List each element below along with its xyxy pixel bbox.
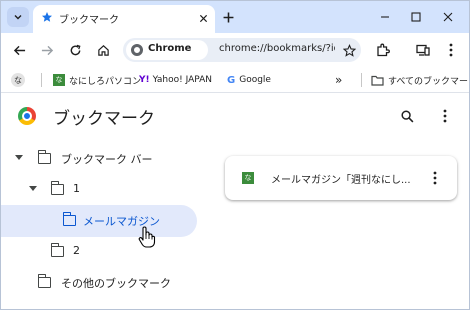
toolbar: Chrome chrome://bookmarks/?id=1... bbox=[1, 33, 469, 67]
tree-label: ブックマーク バー bbox=[61, 153, 153, 166]
bookmark-label: Google bbox=[239, 75, 271, 85]
folder-icon bbox=[37, 274, 51, 288]
tab-strip: ブックマーク bbox=[1, 1, 469, 33]
folder-icon bbox=[37, 150, 51, 164]
tab-search-button[interactable] bbox=[7, 7, 29, 27]
minimize-button[interactable] bbox=[375, 7, 395, 27]
all-bookmarks-label: すべてのブックマーク bbox=[388, 76, 470, 87]
bookmark-yahoo[interactable]: Y! Yahoo! JAPAN bbox=[139, 72, 212, 88]
bookmarks-bar: な な なにしろパソコン Y! Yahoo! JAPAN G Google » … bbox=[1, 67, 470, 93]
bookmark-na[interactable]: な bbox=[11, 72, 25, 88]
bookmark-star-button[interactable] bbox=[339, 40, 359, 60]
plus-icon bbox=[223, 12, 233, 22]
tree-item-folder-1[interactable]: 1 bbox=[1, 175, 201, 205]
folder-icon bbox=[371, 75, 384, 86]
profile-button[interactable] bbox=[413, 40, 433, 60]
address-bar[interactable]: Chrome chrome://bookmarks/?id=1... bbox=[123, 38, 361, 62]
bookmark-more-button[interactable] bbox=[425, 168, 445, 188]
close-window-button[interactable] bbox=[438, 7, 458, 27]
url-text[interactable]: chrome://bookmarks/?id=1... bbox=[219, 43, 335, 54]
folder-icon bbox=[50, 243, 64, 257]
folder-icon bbox=[62, 212, 76, 226]
bookmark-title[interactable]: メールマガジン「週刊なにし... bbox=[271, 171, 421, 186]
bookmarks-manager-header: ブックマーク bbox=[1, 94, 469, 138]
tab-title: ブックマーク bbox=[59, 15, 119, 26]
chrome-logo-icon bbox=[18, 107, 36, 125]
tree-item-other-bookmarks[interactable]: その他のブックマーク bbox=[1, 268, 201, 298]
bookmark-label: Yahoo! JAPAN bbox=[152, 75, 212, 85]
yahoo-favicon: Y! bbox=[139, 75, 150, 85]
tab-bookmarks[interactable]: ブックマーク bbox=[33, 5, 215, 33]
nanishiro-favicon: な bbox=[242, 172, 254, 184]
home-button[interactable] bbox=[93, 40, 113, 60]
more-vert-icon bbox=[443, 109, 447, 123]
back-button[interactable] bbox=[9, 40, 29, 60]
chip-label: Chrome bbox=[148, 43, 192, 54]
google-favicon: G bbox=[227, 74, 236, 86]
tree-label: その他のブックマーク bbox=[61, 277, 171, 290]
close-icon bbox=[199, 14, 207, 22]
device-icon bbox=[416, 44, 430, 56]
browser-menu-button[interactable] bbox=[441, 40, 461, 60]
organize-menu-button[interactable] bbox=[435, 106, 455, 126]
chrome-logo-icon bbox=[131, 44, 143, 56]
bookmarks-separator bbox=[361, 73, 362, 87]
bookmark-google[interactable]: G Google bbox=[227, 72, 271, 88]
folder-icon bbox=[50, 181, 64, 195]
overflow-chevron: » bbox=[335, 73, 343, 87]
more-vert-icon bbox=[433, 171, 437, 185]
star-icon bbox=[42, 12, 52, 22]
close-icon bbox=[443, 12, 453, 22]
chrome-chip[interactable]: Chrome bbox=[126, 40, 208, 60]
minimize-icon bbox=[381, 16, 389, 18]
bookmarks-separator bbox=[41, 73, 42, 87]
home-icon bbox=[97, 44, 109, 56]
search-icon bbox=[400, 109, 413, 122]
maximize-button[interactable] bbox=[406, 7, 426, 27]
more-vert-icon bbox=[449, 43, 453, 57]
tree-label: 2 bbox=[73, 244, 80, 257]
tree-label: 1 bbox=[73, 182, 80, 195]
arrow-right-icon bbox=[41, 45, 53, 55]
tree-item-bookmarks-bar[interactable]: ブックマーク バー bbox=[1, 144, 201, 174]
maximize-icon bbox=[411, 12, 421, 22]
search-button[interactable] bbox=[397, 106, 417, 126]
expand-arrow-icon[interactable] bbox=[15, 155, 23, 160]
tree-item-mail-magazine[interactable]: メールマガジン bbox=[1, 206, 201, 236]
all-bookmarks-button[interactable]: すべてのブックマーク bbox=[371, 72, 470, 88]
bookmark-list-item[interactable]: な メールマガジン「週刊なにし... bbox=[225, 156, 457, 200]
bookmark-nanishiro[interactable]: な なにしろパソコン bbox=[53, 72, 141, 88]
star-outline-icon bbox=[342, 43, 356, 57]
tab-close-button[interactable] bbox=[195, 10, 211, 26]
hand-cursor-icon bbox=[138, 226, 156, 248]
nanishiro-favicon: な bbox=[53, 74, 65, 86]
reload-icon bbox=[70, 44, 81, 55]
reload-button[interactable] bbox=[65, 40, 85, 60]
tree-item-folder-2[interactable]: 2 bbox=[1, 237, 201, 267]
na-favicon: な bbox=[11, 73, 25, 87]
bookmarks-overflow-button[interactable]: » bbox=[335, 72, 342, 88]
puzzle-icon bbox=[377, 43, 390, 57]
browser-window: ブックマーク Chrome chrome://bookmarks/?i な な … bbox=[0, 0, 470, 310]
bookmark-label: なにしろパソコン bbox=[69, 76, 142, 87]
new-tab-button[interactable] bbox=[219, 8, 237, 26]
expand-arrow-icon[interactable] bbox=[29, 186, 37, 191]
page-title: ブックマーク bbox=[53, 109, 155, 129]
chevron-down-icon bbox=[14, 15, 22, 20]
extensions-button[interactable] bbox=[373, 40, 393, 60]
arrow-left-icon bbox=[13, 45, 25, 55]
forward-button[interactable] bbox=[37, 40, 57, 60]
